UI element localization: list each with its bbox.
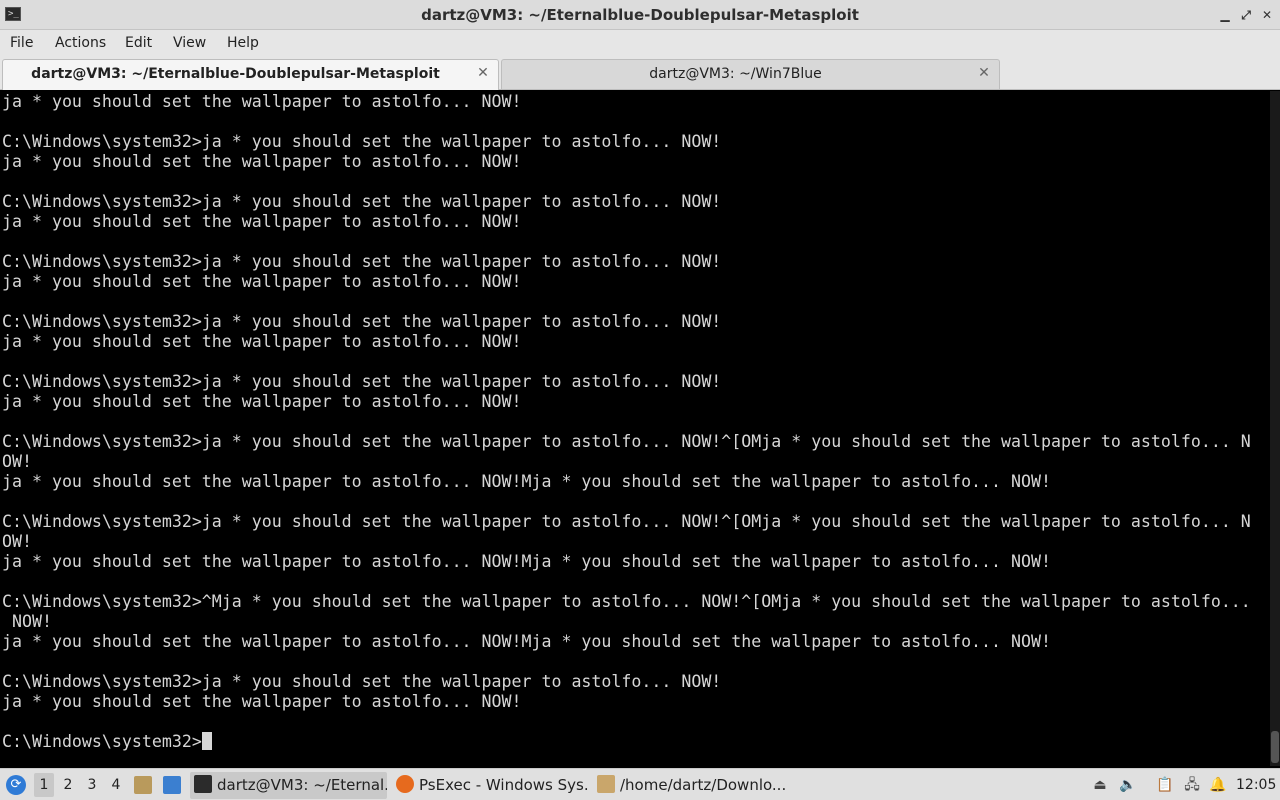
minimize-button[interactable]: ▁ xyxy=(1217,7,1233,23)
terminal-line: ja * you should set the wallpaper to ast… xyxy=(2,692,522,711)
terminal-line: OW! xyxy=(2,452,32,471)
workspace-4[interactable]: 4 xyxy=(106,773,126,797)
tab-label: dartz@VM3: ~/Win7Blue xyxy=(649,66,822,82)
menu-edit[interactable]: Edit xyxy=(125,30,152,56)
task-label: dartz@VM3: ~/Eternal... xyxy=(217,776,387,794)
terminal-line: ja * you should set the wallpaper to ast… xyxy=(2,392,522,411)
terminal-line: C:\Windows\system32>ja * you should set … xyxy=(2,252,722,271)
workspace-3[interactable]: 3 xyxy=(82,773,102,797)
terminal-line: ja * you should set the wallpaper to ast… xyxy=(2,92,522,111)
terminal-line: C:\Windows\system32>ja * you should set … xyxy=(2,132,722,151)
tab-label: dartz@VM3: ~/Eternalblue-Doublepulsar-Me… xyxy=(31,66,440,82)
terminal-line: ja * you should set the wallpaper to ast… xyxy=(2,472,1051,491)
task-label: PsExec - Windows Sys... xyxy=(419,776,588,794)
terminal-line: C:\Windows\system32>ja * you should set … xyxy=(2,192,722,211)
close-button[interactable]: ✕ xyxy=(1259,7,1275,23)
archive-icon xyxy=(597,775,615,793)
terminal-line: ja * you should set the wallpaper to ast… xyxy=(2,632,1051,651)
clock[interactable]: 12:05 xyxy=(1236,769,1276,800)
window-title: dartz@VM3: ~/Eternalblue-Doublepulsar-Me… xyxy=(421,6,859,24)
terminal-line: ja * you should set the wallpaper to ast… xyxy=(2,152,522,171)
terminal-line: C:\Windows\system32>ja * you should set … xyxy=(2,432,1251,451)
terminal-prompt: C:\Windows\system32> xyxy=(2,732,202,751)
menu-file[interactable]: File xyxy=(10,30,33,56)
terminal-prompt-line[interactable]: C:\Windows\system32> xyxy=(2,732,1270,752)
show-desktop-icon[interactable] xyxy=(163,776,181,794)
tab-win7blue[interactable]: dartz@VM3: ~/Win7Blue ✕ xyxy=(501,59,1000,89)
task-label: /home/dartz/Downlo... xyxy=(620,776,787,794)
workspace-2[interactable]: 2 xyxy=(58,773,78,797)
clipboard-icon[interactable]: 📋 xyxy=(1156,776,1174,794)
volume-icon[interactable]: 🔈 xyxy=(1119,776,1137,794)
terminal-line: NOW! xyxy=(2,612,52,631)
start-menu-icon[interactable]: ⟳ xyxy=(6,775,26,795)
terminal-line: ja * you should set the wallpaper to ast… xyxy=(2,272,522,291)
task-firefox[interactable]: PsExec - Windows Sys... xyxy=(392,772,588,799)
menu-actions[interactable]: Actions xyxy=(55,30,106,56)
maximize-button[interactable]: ⤢ xyxy=(1238,7,1254,23)
notification-icon[interactable]: 🔔 xyxy=(1209,776,1227,794)
eject-icon[interactable]: ⏏ xyxy=(1091,776,1109,794)
workspace-1[interactable]: 1 xyxy=(34,773,54,797)
window-titlebar[interactable]: >_ dartz@VM3: ~/Eternalblue-Doublepulsar… xyxy=(0,0,1280,30)
firefox-icon xyxy=(396,775,414,793)
terminal-icon xyxy=(194,775,212,793)
terminal-line: OW! xyxy=(2,532,32,551)
file-manager-icon[interactable] xyxy=(134,776,152,794)
scrollbar-thumb[interactable] xyxy=(1271,731,1279,763)
tab-bar: dartz@VM3: ~/Eternalblue-Doublepulsar-Me… xyxy=(0,56,1280,90)
terminal-line: C:\Windows\system32>ja * you should set … xyxy=(2,372,722,391)
terminal-line: ja * you should set the wallpaper to ast… xyxy=(2,212,522,231)
menu-bar: File Actions Edit View Help xyxy=(0,30,1280,56)
terminal-cursor xyxy=(201,732,212,750)
network-icon[interactable]: 🖧 xyxy=(1183,776,1201,794)
terminal-line: ja * you should set the wallpaper to ast… xyxy=(2,332,522,351)
task-terminal[interactable]: dartz@VM3: ~/Eternal... xyxy=(190,772,387,799)
tab-close-icon[interactable]: ✕ xyxy=(977,66,991,80)
terminal-line: ja * you should set the wallpaper to ast… xyxy=(2,552,1051,571)
taskbar: ⟳ 1 2 3 4 dartz@VM3: ~/Eternal... PsExec… xyxy=(0,768,1280,800)
terminal-output[interactable]: ja * you should set the wallpaper to ast… xyxy=(0,91,1270,766)
terminal-line: C:\Windows\system32>^Mja * you should se… xyxy=(2,592,1251,611)
terminal-line: C:\Windows\system32>ja * you should set … xyxy=(2,672,722,691)
menu-help[interactable]: Help xyxy=(227,30,259,56)
task-archive[interactable]: /home/dartz/Downlo... xyxy=(593,772,789,799)
tab-eternalblue[interactable]: dartz@VM3: ~/Eternalblue-Doublepulsar-Me… xyxy=(2,59,499,90)
menu-view[interactable]: View xyxy=(173,30,206,56)
terminal-line: C:\Windows\system32>ja * you should set … xyxy=(2,312,722,331)
terminal-scrollbar[interactable] xyxy=(1270,91,1280,766)
tab-close-icon[interactable]: ✕ xyxy=(476,66,490,80)
terminal-line: C:\Windows\system32>ja * you should set … xyxy=(2,512,1251,531)
